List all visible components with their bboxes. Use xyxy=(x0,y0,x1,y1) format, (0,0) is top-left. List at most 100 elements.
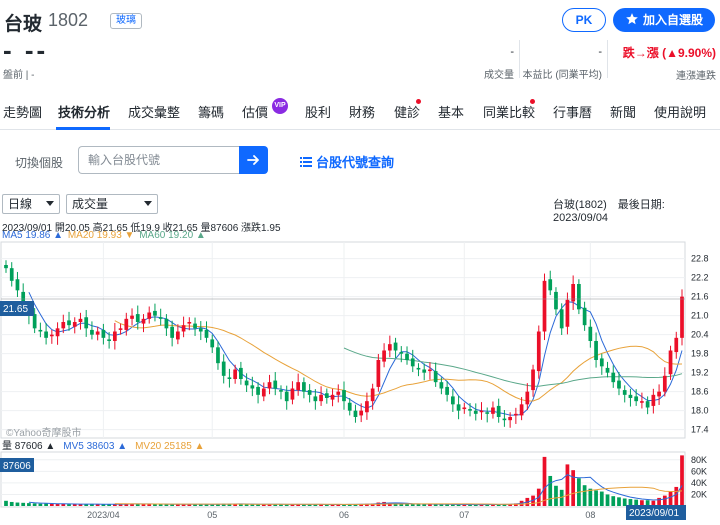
candle-body xyxy=(130,315,134,319)
tab-peer[interactable]: 同業比較 xyxy=(483,102,535,121)
chevron-down-icon xyxy=(46,201,54,206)
candle-body xyxy=(519,404,524,416)
tab-dividend[interactable]: 股利 xyxy=(305,102,331,121)
add-watchlist-button[interactable]: 加入自選股 xyxy=(613,8,715,32)
candle-body xyxy=(445,386,449,395)
tab-calendar[interactable]: 行事曆 xyxy=(553,102,592,121)
chevron-down-icon xyxy=(144,201,152,206)
candle-body xyxy=(342,390,346,402)
candle-body xyxy=(290,388,295,400)
volume-bar xyxy=(680,455,684,506)
candle-body xyxy=(456,404,461,411)
volume-bar xyxy=(622,498,627,506)
candle-body xyxy=(582,307,587,326)
star-icon xyxy=(626,13,638,25)
code-lookup-link[interactable]: 台股代號查詢 xyxy=(300,152,394,171)
list-icon xyxy=(300,157,312,167)
candle-body xyxy=(118,328,123,330)
volume-bar xyxy=(27,503,31,506)
price-tick-label: 21.6 xyxy=(691,292,709,302)
candle-body xyxy=(605,367,610,373)
pk-button[interactable]: PK xyxy=(562,8,606,32)
candle-body xyxy=(548,279,553,291)
tab-news[interactable]: 新聞 xyxy=(610,102,636,121)
candle-body xyxy=(296,382,301,391)
volume-bar xyxy=(55,503,60,506)
volume-bar xyxy=(582,485,587,506)
watermark: ©Yahoo奇摩股市 xyxy=(6,426,82,439)
candle-body xyxy=(4,265,8,269)
vip-badge: VIP xyxy=(272,98,288,114)
tab-financial[interactable]: 財務 xyxy=(349,102,375,121)
tab-chips[interactable]: 籌碼 xyxy=(198,102,224,121)
date-tick-label: 06 xyxy=(339,510,349,520)
candle-body xyxy=(599,358,604,367)
volume-bar xyxy=(49,503,54,506)
period-select-value: 日線 xyxy=(8,197,33,211)
volume-tick-label: 40K xyxy=(691,478,707,488)
tab-valuation[interactable]: 估價 xyxy=(242,102,268,121)
candle-body xyxy=(668,350,673,375)
switch-stock-label: 切換個股 xyxy=(15,156,64,170)
tab-trades[interactable]: 成交彙整 xyxy=(128,102,180,121)
candle-body xyxy=(78,318,83,322)
candle-body xyxy=(347,402,352,411)
candle-body xyxy=(187,322,192,324)
candle-body xyxy=(410,358,415,367)
volume-tick-label: 60K xyxy=(691,466,707,476)
volume-legend: 量 87606 ▲ MV5 38603 ▲ MV20 25185 ▲ xyxy=(2,440,204,452)
volume-bar xyxy=(554,485,558,506)
stat-volume-value: - xyxy=(510,46,514,58)
notification-dot xyxy=(530,99,535,104)
price-tick-label: 22.2 xyxy=(691,273,709,283)
volume-bar xyxy=(599,491,604,506)
volume-bar xyxy=(15,502,20,506)
candle-body xyxy=(416,367,421,370)
stat-pe-value: - xyxy=(598,46,602,58)
candle-body xyxy=(9,268,14,281)
volume-axis: 80K60K 40K20K xyxy=(691,455,707,500)
candle-body xyxy=(124,318,129,330)
candle-body xyxy=(554,291,558,310)
candle-body xyxy=(611,372,616,383)
date-tag: 2023/09/01 xyxy=(629,508,679,519)
period-select[interactable]: 日線 xyxy=(2,194,60,214)
candle-body xyxy=(216,347,220,364)
candle-body xyxy=(577,284,581,310)
candle-body xyxy=(365,401,369,413)
candle-body xyxy=(302,382,306,392)
ma20-line xyxy=(114,320,683,402)
industry-tag[interactable]: 玻璃 xyxy=(110,13,142,29)
candle-body xyxy=(239,367,243,379)
session-status: 盤前 | - xyxy=(3,70,35,81)
stock-search-input[interactable] xyxy=(78,146,239,174)
candle-body xyxy=(628,394,633,398)
candle-body xyxy=(267,382,272,389)
stat-volume-label: 成交量 xyxy=(484,70,514,81)
search-submit-button[interactable] xyxy=(239,146,268,174)
candle-body xyxy=(147,312,152,319)
tab-technical[interactable]: 技術分析 xyxy=(58,102,110,121)
candle-body xyxy=(359,410,364,416)
tab-basic[interactable]: 基本 xyxy=(438,102,464,121)
tab-checkup[interactable]: 健診 xyxy=(394,102,420,121)
candle-body xyxy=(428,369,432,372)
technical-chart[interactable]: 22.8 22.2 21.6 21.0 20.4 19.8 19.2 18.6 18.0 17.4… xyxy=(0,240,720,525)
candle-body xyxy=(221,361,226,376)
candle-body xyxy=(244,380,249,386)
candle-body xyxy=(439,382,444,389)
volume-bar xyxy=(662,495,667,506)
candle-body xyxy=(491,407,495,414)
indicator-select[interactable]: 成交量 xyxy=(66,194,158,214)
candle-body xyxy=(84,317,89,329)
candle-body xyxy=(336,391,341,395)
candle-body xyxy=(193,323,197,329)
candle-body xyxy=(61,322,66,329)
volume-bar xyxy=(674,486,679,506)
volume-bar xyxy=(542,456,547,506)
tab-help[interactable]: 使用說明 xyxy=(654,102,706,121)
tab-chart[interactable]: 走勢圖 xyxy=(3,102,42,121)
price-axis: 22.8 22.2 21.6 21.0 20.4 19.8 19.2 18.6 18.0 17.4 xyxy=(691,254,709,435)
price-tick-label: 18.0 xyxy=(691,406,709,416)
code-lookup-label: 台股代號查詢 xyxy=(316,155,395,170)
